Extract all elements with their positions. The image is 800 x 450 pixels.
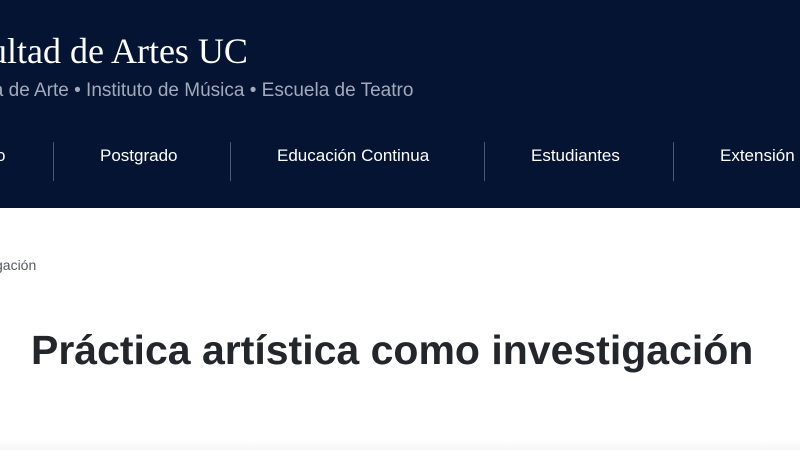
site-subtitle: ela de Arte • Instituto de Música • Escu… (0, 80, 414, 101)
nav-item-educacion-continua[interactable]: Educación Continua (277, 146, 429, 166)
nav-item-extension[interactable]: Extensión (720, 146, 795, 166)
breadcrumb-current: tigación (0, 257, 37, 273)
nav-item-postgrado[interactable]: Postgrado (100, 146, 178, 166)
page-title: Práctica artística como investigación (31, 327, 754, 373)
site-title[interactable]: cultad de Artes UC (0, 30, 248, 73)
breadcrumb: tigación (0, 257, 36, 273)
content-section-edge (0, 440, 800, 450)
nav-divider (484, 142, 485, 181)
nav-item-estudiantes[interactable]: Estudiantes (531, 146, 620, 166)
nav-divider (230, 142, 231, 181)
nav-item-pregrado[interactable]: o (0, 146, 5, 166)
nav-divider (673, 142, 674, 181)
nav-divider (53, 142, 54, 181)
site-header: cultad de Artes UC ela de Arte • Institu… (0, 0, 800, 208)
